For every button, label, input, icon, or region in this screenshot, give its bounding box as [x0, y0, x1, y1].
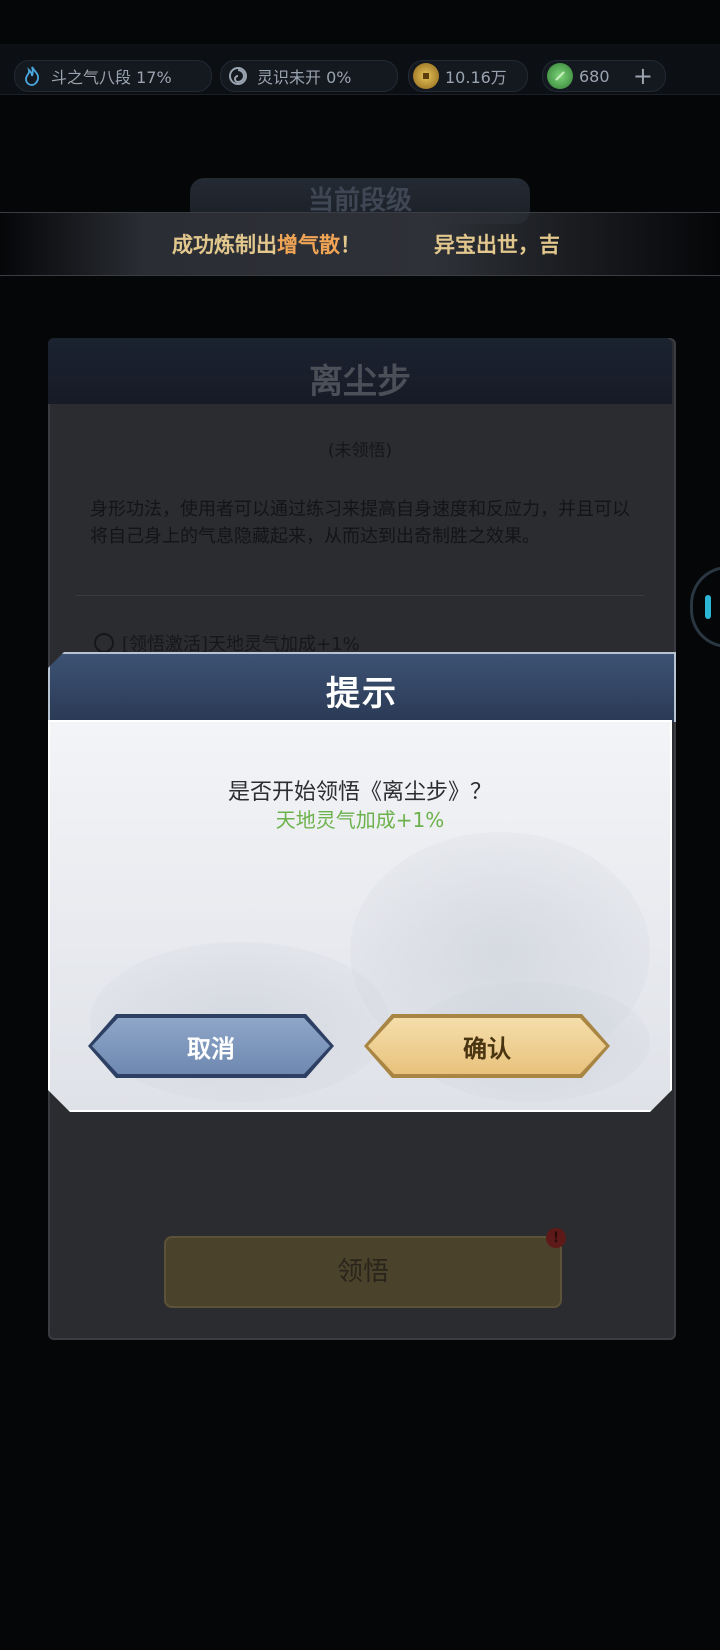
swirl-icon [225, 63, 251, 89]
dialog-title: 提示 [326, 674, 398, 714]
dialog-header: 提示 [48, 652, 676, 722]
cultivation-resource[interactable]: 斗之气八段 17% [14, 60, 212, 92]
add-jade-button[interactable]: + [633, 61, 653, 91]
jade-label: 680 [579, 66, 610, 86]
comprehend-button: 领悟 [164, 1236, 562, 1308]
skill-description: 身形功法，使用者可以通过练习来提高自身速度和反应力，并且可以将自己身上的气息隐藏… [90, 499, 630, 547]
gold-label: 10.16万 [445, 68, 507, 87]
gold-resource[interactable]: 10.16万 [408, 60, 528, 92]
cancel-button[interactable]: 取消 [88, 1014, 334, 1078]
marquee-message: 成功炼制出增气散！ [172, 233, 361, 257]
marquee-next-message: 异宝出世，吉 [434, 233, 560, 257]
side-handle-icon [690, 566, 720, 648]
dialog-question: 是否开始领悟《离尘步》？ [227, 780, 492, 805]
coin-icon [413, 63, 439, 89]
jade-icon [547, 63, 573, 89]
jade-resource[interactable]: 680 + [542, 60, 666, 92]
confirm-label: 确认 [463, 1034, 511, 1063]
confirm-button[interactable]: 确认 [364, 1014, 610, 1078]
confirm-dialog: 提示 是否开始领悟《离尘步》？ 天地灵气加成+1% 取消 确认 [48, 652, 676, 1112]
spirit-label: 灵识未开 0% [257, 68, 352, 87]
cancel-label: 取消 [187, 1034, 235, 1063]
divider [76, 595, 644, 596]
skill-panel-header: 离尘步 [48, 338, 672, 404]
skill-title: 离尘步 [309, 362, 411, 402]
spirit-resource[interactable]: 灵识未开 0% [220, 60, 398, 92]
announcement-marquee: 成功炼制出增气散！ 异宝出世，吉 [0, 212, 720, 276]
circle-icon [94, 633, 114, 653]
cultivation-label: 斗之气八段 17% [51, 68, 172, 87]
dialog-bonus: 天地灵气加成+1% [275, 808, 445, 832]
flame-icon [19, 63, 45, 89]
skill-status: (未领悟) [327, 441, 393, 461]
notification-badge: ! [546, 1228, 566, 1248]
